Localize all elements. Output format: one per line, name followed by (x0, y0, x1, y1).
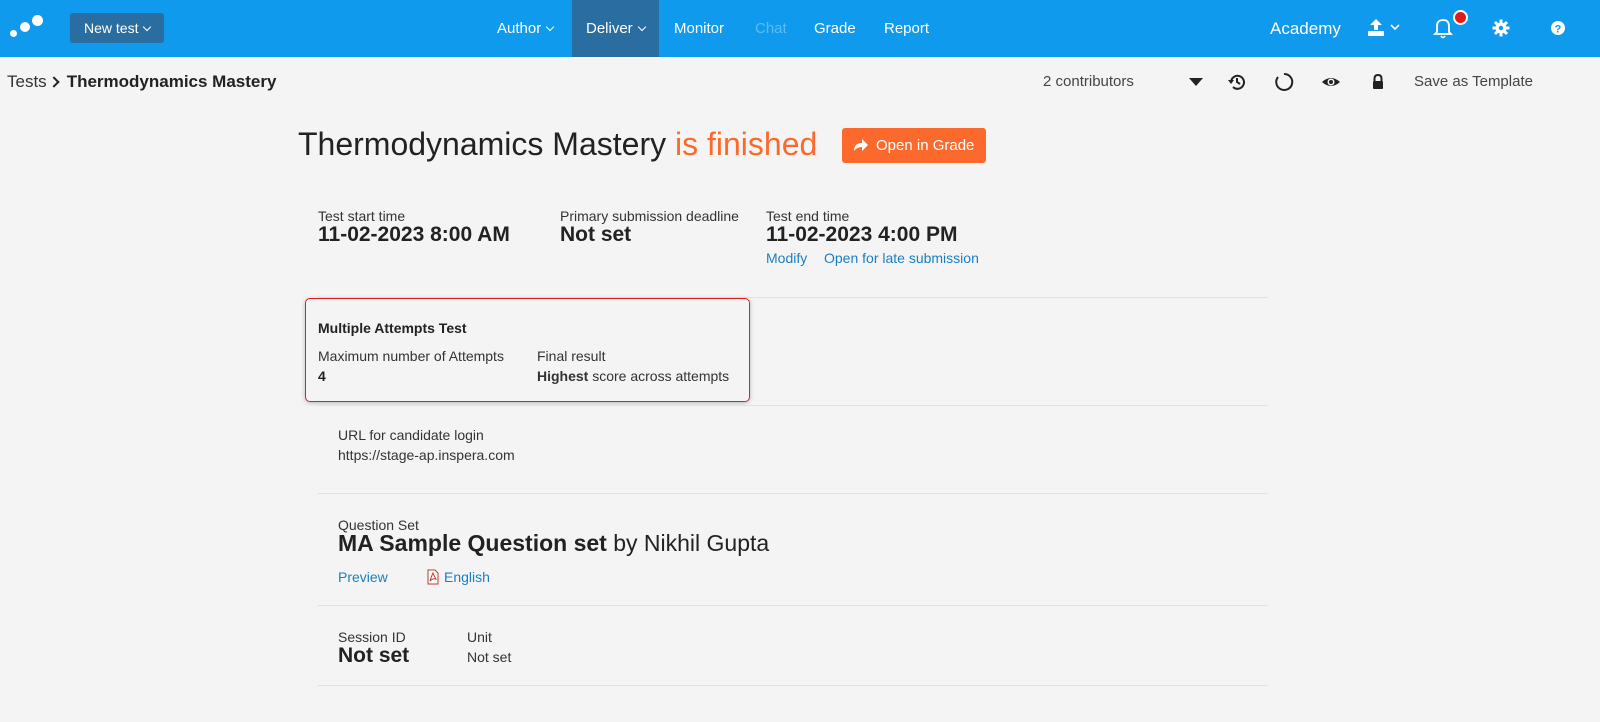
chevron-right-icon (48, 76, 60, 88)
circle-status-icon (1275, 72, 1294, 91)
breadcrumb-tests-link[interactable]: Tests (7, 72, 47, 91)
eye-icon (1322, 78, 1340, 86)
nav-monitor[interactable]: Monitor (674, 0, 724, 57)
unit-value: Not set (467, 649, 512, 665)
deadline-label: Primary submission deadline (560, 208, 739, 224)
help-icon: ? (1551, 21, 1565, 36)
preview-link[interactable]: Preview (338, 569, 388, 585)
nav-report[interactable]: Report (884, 0, 929, 57)
caret-down-icon (1189, 78, 1203, 86)
notifications-button[interactable] (1432, 16, 1454, 40)
max-attempts-value: 4 (318, 368, 326, 384)
test-name: Thermodynamics Mastery (298, 126, 667, 162)
deadline-value: Not set (560, 223, 632, 246)
final-result-label: Final result (537, 348, 606, 364)
question-set-title: MA Sample Question set by Nikhil Gupta (338, 530, 769, 557)
top-nav-bar: New test Author Deliver Monitor Chat Gra… (0, 0, 1600, 57)
session-id-label: Session ID (338, 629, 406, 645)
svg-text:?: ? (1555, 24, 1562, 36)
divider (318, 405, 1268, 406)
breadcrumb-current: Thermodynamics Mastery (66, 72, 277, 91)
page-title: Thermodynamics Mastery is finished (298, 126, 817, 163)
history-button[interactable] (1227, 72, 1247, 92)
divider (318, 493, 1268, 494)
nav-deliver[interactable]: Deliver (572, 0, 659, 57)
end-time-label: Test end time (766, 208, 850, 224)
final-result-method: Highest (537, 368, 589, 384)
chevron-down-icon (637, 22, 646, 32)
start-time-value: 11-02-2023 8:00 AM (318, 223, 510, 246)
divider (318, 605, 1268, 606)
nav-grade[interactable]: Grade (814, 0, 856, 57)
new-test-button[interactable]: New test (70, 13, 165, 43)
session-id-value: Not set (338, 644, 410, 667)
contributors-dropdown-button[interactable] (1186, 72, 1206, 92)
pdf-english-link[interactable]: English (444, 569, 490, 585)
nav-chat: Chat (755, 20, 787, 37)
save-as-template-button[interactable]: Save as Template (1414, 73, 1533, 90)
breadcrumb: Tests Thermodynamics Mastery (7, 72, 276, 92)
nav-author[interactable]: Author (485, 0, 565, 57)
preview-button[interactable] (1321, 72, 1341, 92)
contributors-button[interactable]: 2 contributors (1043, 73, 1134, 90)
upload-icon (1368, 19, 1400, 36)
login-url-label: URL for candidate login (338, 427, 484, 443)
academy-link[interactable]: Academy (1270, 0, 1341, 57)
notification-badge (1453, 10, 1468, 25)
chevron-down-icon (545, 22, 555, 32)
question-set-name: MA Sample Question set (338, 530, 607, 556)
max-attempts-label: Maximum number of Attempts (318, 348, 504, 364)
upload-menu-button[interactable] (1367, 16, 1403, 40)
lock-button[interactable] (1368, 72, 1388, 92)
start-time-label: Test start time (318, 208, 406, 224)
multiple-attempts-title: Multiple Attempts Test (318, 320, 467, 336)
open-in-grade-label: Open in Grade (876, 137, 975, 154)
chevron-down-icon (143, 22, 152, 32)
app-logo-icon[interactable] (8, 14, 44, 42)
open-in-grade-button[interactable]: Open in Grade (842, 128, 986, 163)
settings-button[interactable] (1492, 16, 1510, 40)
login-url-value: https://stage-ap.inspera.com (338, 447, 515, 463)
final-result-description: score across attempts (592, 368, 730, 384)
gear-icon (1492, 19, 1510, 37)
end-time-value: 11-02-2023 4:00 PM (766, 223, 958, 246)
nav-author-label: Author (497, 20, 542, 37)
status-button[interactable] (1274, 72, 1294, 92)
share-arrow-icon (854, 139, 868, 151)
nav-deliver-label: Deliver (586, 20, 633, 37)
divider (318, 685, 1268, 686)
bell-icon (1432, 19, 1454, 39)
question-set-author: by Nikhil Gupta (613, 530, 770, 556)
open-late-submission-link[interactable]: Open for late submission (824, 250, 979, 266)
history-icon (1228, 74, 1245, 90)
final-result-value: Highest score across attempts (537, 368, 729, 384)
new-test-label: New test (84, 20, 139, 36)
unit-label: Unit (467, 629, 492, 645)
help-button[interactable]: ? (1550, 16, 1566, 40)
pdf-icon (425, 569, 441, 585)
status-text: is finished (674, 126, 818, 162)
lock-icon (1373, 73, 1383, 89)
modify-link[interactable]: Modify (766, 250, 807, 266)
